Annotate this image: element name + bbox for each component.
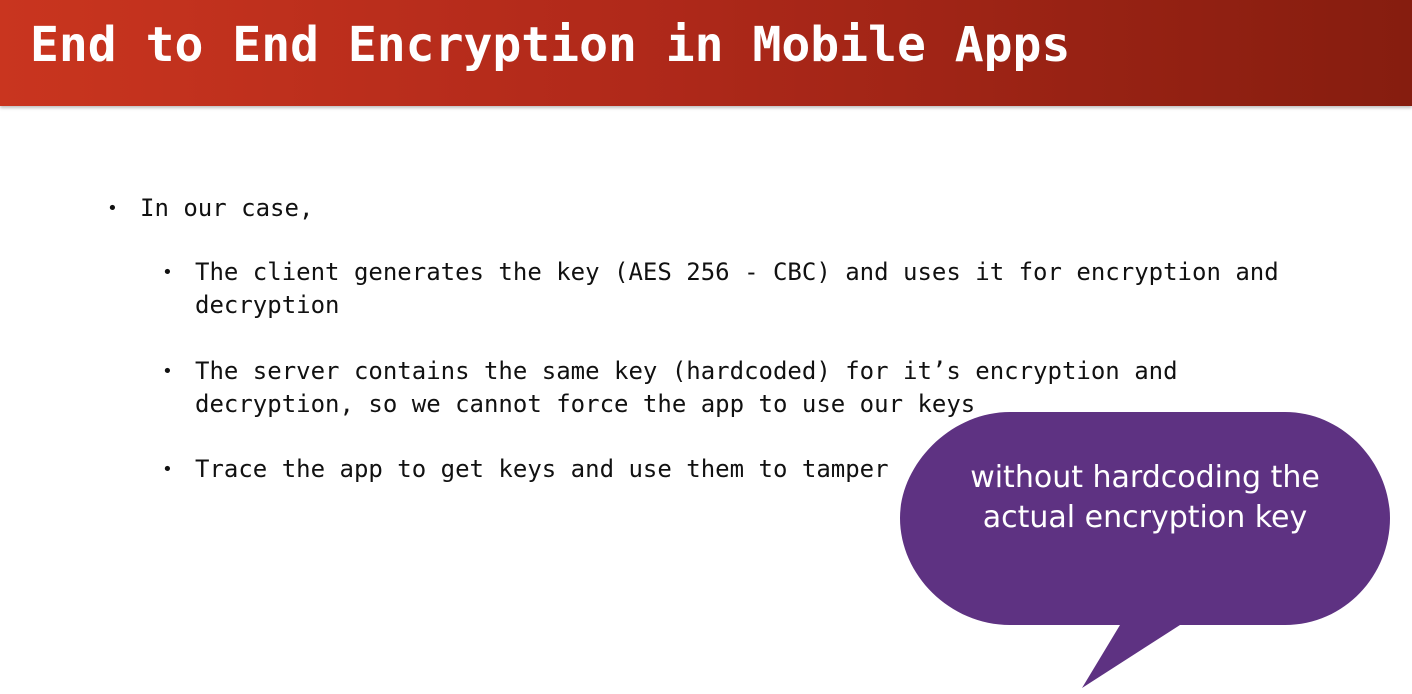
bullet-list: • In our case, • The client generates th… [0,0,1412,694]
sub-bullet-2: • The server contains the same key (hard… [162,355,1295,421]
sub-bullet-text: The server contains the same key (hardco… [195,357,1178,418]
sub-bullet-1: • The client generates the key (AES 256 … [162,256,1295,322]
bullet-dot-icon: • [162,262,173,283]
sub-bullet-text: The client generates the key (AES 256 - … [195,258,1279,319]
slide: End to End Encryption in Mobile Apps • I… [0,0,1412,694]
bullet-text: In our case, [140,194,314,222]
sub-bullet-text: Trace the app to get keys and use them t… [195,455,889,483]
sub-bullet-3: • Trace the app to get keys and use them… [162,453,1295,486]
bullet-top-level: • In our case, [107,192,314,225]
bullet-dot-icon: • [107,198,118,219]
bullet-dot-icon: • [162,361,173,382]
bullet-dot-icon: • [162,459,173,480]
